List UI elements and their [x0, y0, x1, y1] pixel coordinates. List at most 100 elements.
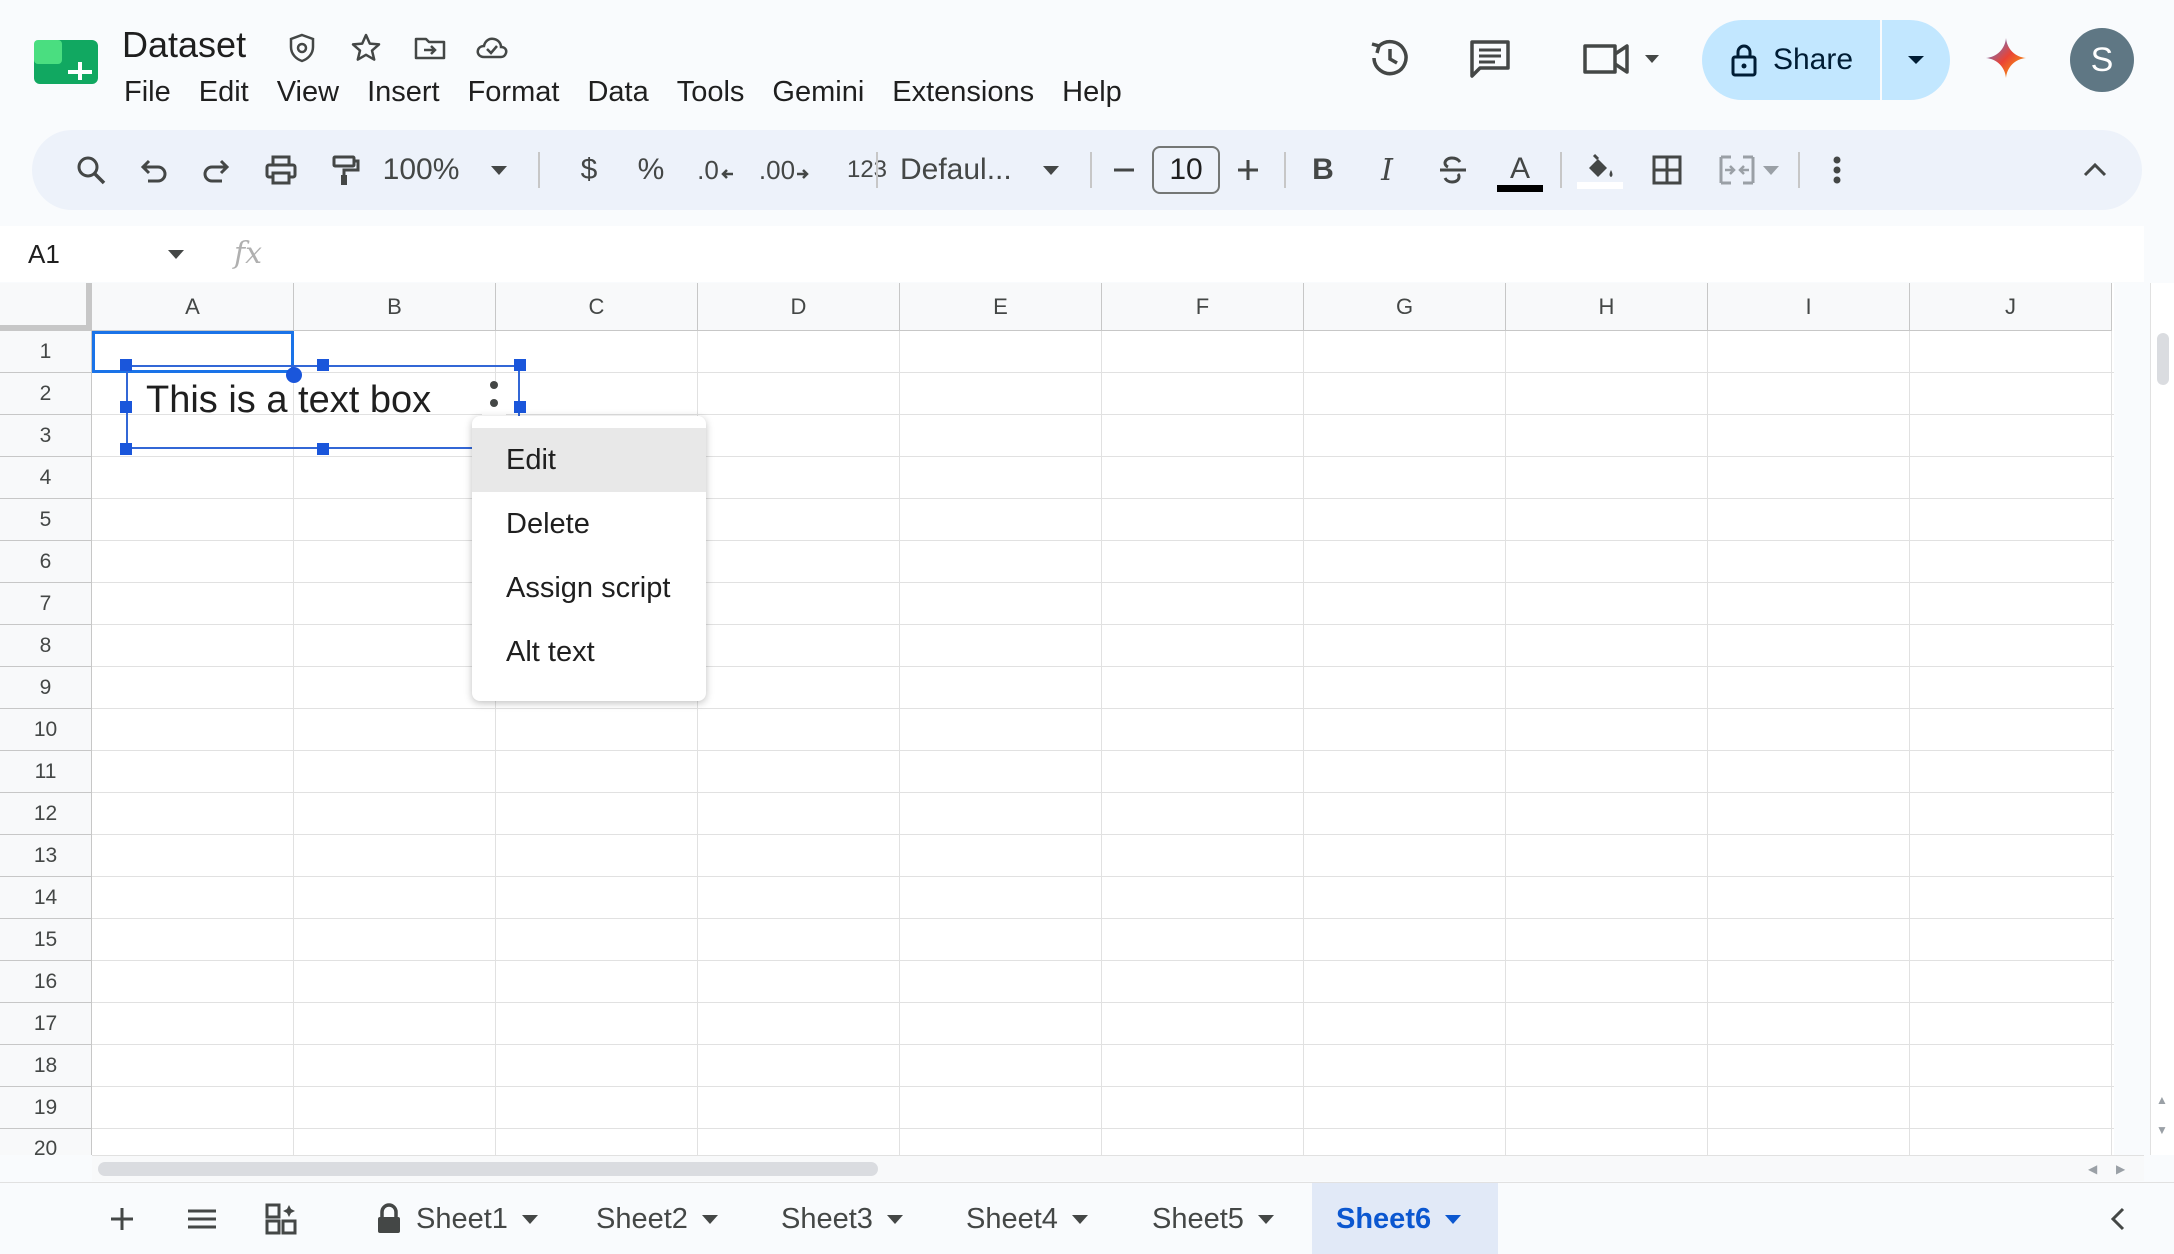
menu-gemini[interactable]: Gemini — [758, 72, 878, 112]
column-header-d[interactable]: D — [698, 283, 900, 331]
sheets-logo-icon[interactable] — [32, 36, 102, 88]
account-avatar[interactable]: S — [2070, 28, 2134, 92]
vertical-scrollbar[interactable]: ▲ ▼ — [2150, 283, 2174, 1155]
fill-color-button[interactable] — [1572, 130, 1628, 210]
row-header-17[interactable]: 17 — [0, 1003, 92, 1045]
percent-format-button[interactable]: % — [626, 130, 676, 210]
italic-button[interactable]: I — [1362, 130, 1412, 210]
resize-handle-left[interactable] — [120, 401, 132, 413]
font-family-dropdown[interactable] — [1036, 130, 1066, 210]
row-header-8[interactable]: 8 — [0, 625, 92, 667]
text-box-drawing[interactable]: This is a text box — [126, 365, 520, 449]
print-button[interactable] — [256, 130, 306, 210]
share-dropdown-button[interactable] — [1882, 20, 1950, 100]
merge-cells-button[interactable] — [1708, 130, 1788, 210]
column-header-g[interactable]: G — [1304, 283, 1506, 331]
spreadsheet-grid[interactable]: A B C D E F G H I J 1 2 3 4 5 6 7 8 9 10… — [0, 283, 2114, 1155]
sheet-tab-sheet3[interactable]: Sheet3 — [757, 1183, 927, 1254]
row-header-9[interactable]: 9 — [0, 667, 92, 709]
menu-item-delete[interactable]: Delete — [472, 492, 706, 556]
row-header-11[interactable]: 11 — [0, 751, 92, 793]
menu-extensions[interactable]: Extensions — [878, 72, 1048, 112]
sheet-tab-sheet5[interactable]: Sheet5 — [1128, 1183, 1298, 1254]
row-header-6[interactable]: 6 — [0, 541, 92, 583]
gemini-button[interactable] — [1976, 28, 2036, 88]
explore-button[interactable] — [252, 1183, 312, 1254]
row-header-10[interactable]: 10 — [0, 709, 92, 751]
resize-handle-top-right[interactable] — [514, 359, 526, 371]
star-icon[interactable] — [348, 30, 384, 66]
scroll-right-arrow-icon[interactable]: ▶ — [2116, 1162, 2125, 1176]
chevron-down-icon[interactable] — [701, 1214, 718, 1224]
chevron-down-icon[interactable] — [886, 1214, 903, 1224]
name-box-dropdown[interactable] — [168, 226, 184, 282]
redo-button[interactable] — [192, 130, 242, 210]
sheet-tab-sheet2[interactable]: Sheet2 — [572, 1183, 742, 1254]
scroll-left-arrow-icon[interactable]: ◀ — [2088, 1162, 2097, 1176]
version-history-button[interactable] — [1360, 28, 1420, 88]
column-header-a[interactable]: A — [92, 283, 294, 331]
row-header-2[interactable]: 2 — [0, 373, 92, 415]
font-size-input[interactable]: 10 — [1152, 146, 1220, 194]
column-header-b[interactable]: B — [294, 283, 496, 331]
text-color-button[interactable]: A — [1492, 130, 1548, 210]
document-title[interactable]: Dataset — [122, 24, 246, 66]
currency-format-button[interactable]: $ — [564, 130, 614, 210]
menu-item-edit[interactable]: Edit — [472, 428, 706, 492]
menu-tools[interactable]: Tools — [663, 72, 759, 112]
comments-button[interactable] — [1460, 28, 1520, 88]
resize-handle-top-left[interactable] — [120, 359, 132, 371]
strikethrough-button[interactable] — [1428, 130, 1478, 210]
more-options-button[interactable] — [1812, 130, 1862, 210]
menu-item-alt-text[interactable]: Alt text — [472, 620, 706, 684]
sheet-tab-sheet6[interactable]: Sheet6 — [1312, 1183, 1498, 1254]
horizontal-scroll-thumb[interactable] — [98, 1162, 878, 1176]
column-header-j[interactable]: J — [1910, 283, 2112, 331]
meet-button[interactable] — [1570, 28, 1670, 88]
row-header-7[interactable]: 7 — [0, 583, 92, 625]
rotate-handle[interactable] — [286, 367, 302, 383]
add-sheet-button[interactable] — [92, 1183, 152, 1254]
sidebar-collapse-button[interactable] — [2088, 1183, 2148, 1254]
row-header-3[interactable]: 3 — [0, 415, 92, 457]
scroll-up-arrow-icon[interactable]: ▲ — [2156, 1093, 2168, 1107]
menu-format[interactable]: Format — [454, 72, 574, 112]
column-header-i[interactable]: I — [1708, 283, 1910, 331]
undo-button[interactable] — [128, 130, 178, 210]
row-header-20[interactable]: 20 — [0, 1129, 92, 1155]
row-header-1[interactable]: 1 — [0, 331, 92, 373]
row-header-19[interactable]: 19 — [0, 1087, 92, 1129]
menu-view[interactable]: View — [263, 72, 353, 112]
resize-handle-top[interactable] — [317, 359, 329, 371]
chevron-down-icon[interactable] — [1071, 1214, 1088, 1224]
bold-button[interactable]: B — [1298, 130, 1348, 210]
column-header-c[interactable]: C — [496, 283, 698, 331]
sheet-tab-sheet1[interactable]: Sheet1 — [352, 1183, 562, 1254]
row-header-12[interactable]: 12 — [0, 793, 92, 835]
chevron-down-icon[interactable] — [1445, 1214, 1462, 1224]
shield-icon[interactable] — [284, 30, 320, 66]
zoom-dropdown[interactable] — [484, 130, 514, 210]
row-header-5[interactable]: 5 — [0, 499, 92, 541]
select-all-corner[interactable] — [0, 283, 92, 331]
share-button[interactable]: Share — [1702, 20, 1882, 100]
resize-handle-right[interactable] — [514, 401, 526, 413]
more-formats-button[interactable]: 123 — [832, 130, 902, 210]
menu-help[interactable]: Help — [1048, 72, 1136, 112]
menu-data[interactable]: Data — [573, 72, 662, 112]
row-header-16[interactable]: 16 — [0, 961, 92, 1003]
scroll-down-arrow-icon[interactable]: ▼ — [2156, 1123, 2168, 1137]
horizontal-scrollbar[interactable]: ◀ ▶ — [92, 1155, 2144, 1181]
zoom-select[interactable]: 100% — [383, 130, 460, 210]
decrease-decimal-button[interactable]: .0 — [686, 130, 746, 210]
menu-file[interactable]: File — [110, 72, 185, 112]
hide-menus-button[interactable] — [2070, 130, 2120, 210]
column-header-h[interactable]: H — [1506, 283, 1708, 331]
menu-edit[interactable]: Edit — [185, 72, 263, 112]
decrease-font-size-button[interactable] — [1104, 130, 1144, 210]
name-box[interactable]: A1 — [28, 226, 60, 282]
chevron-down-icon[interactable] — [521, 1214, 538, 1224]
sheet-tab-sheet4[interactable]: Sheet4 — [942, 1183, 1112, 1254]
row-header-18[interactable]: 18 — [0, 1045, 92, 1087]
resize-handle-bottom-left[interactable] — [120, 443, 132, 455]
